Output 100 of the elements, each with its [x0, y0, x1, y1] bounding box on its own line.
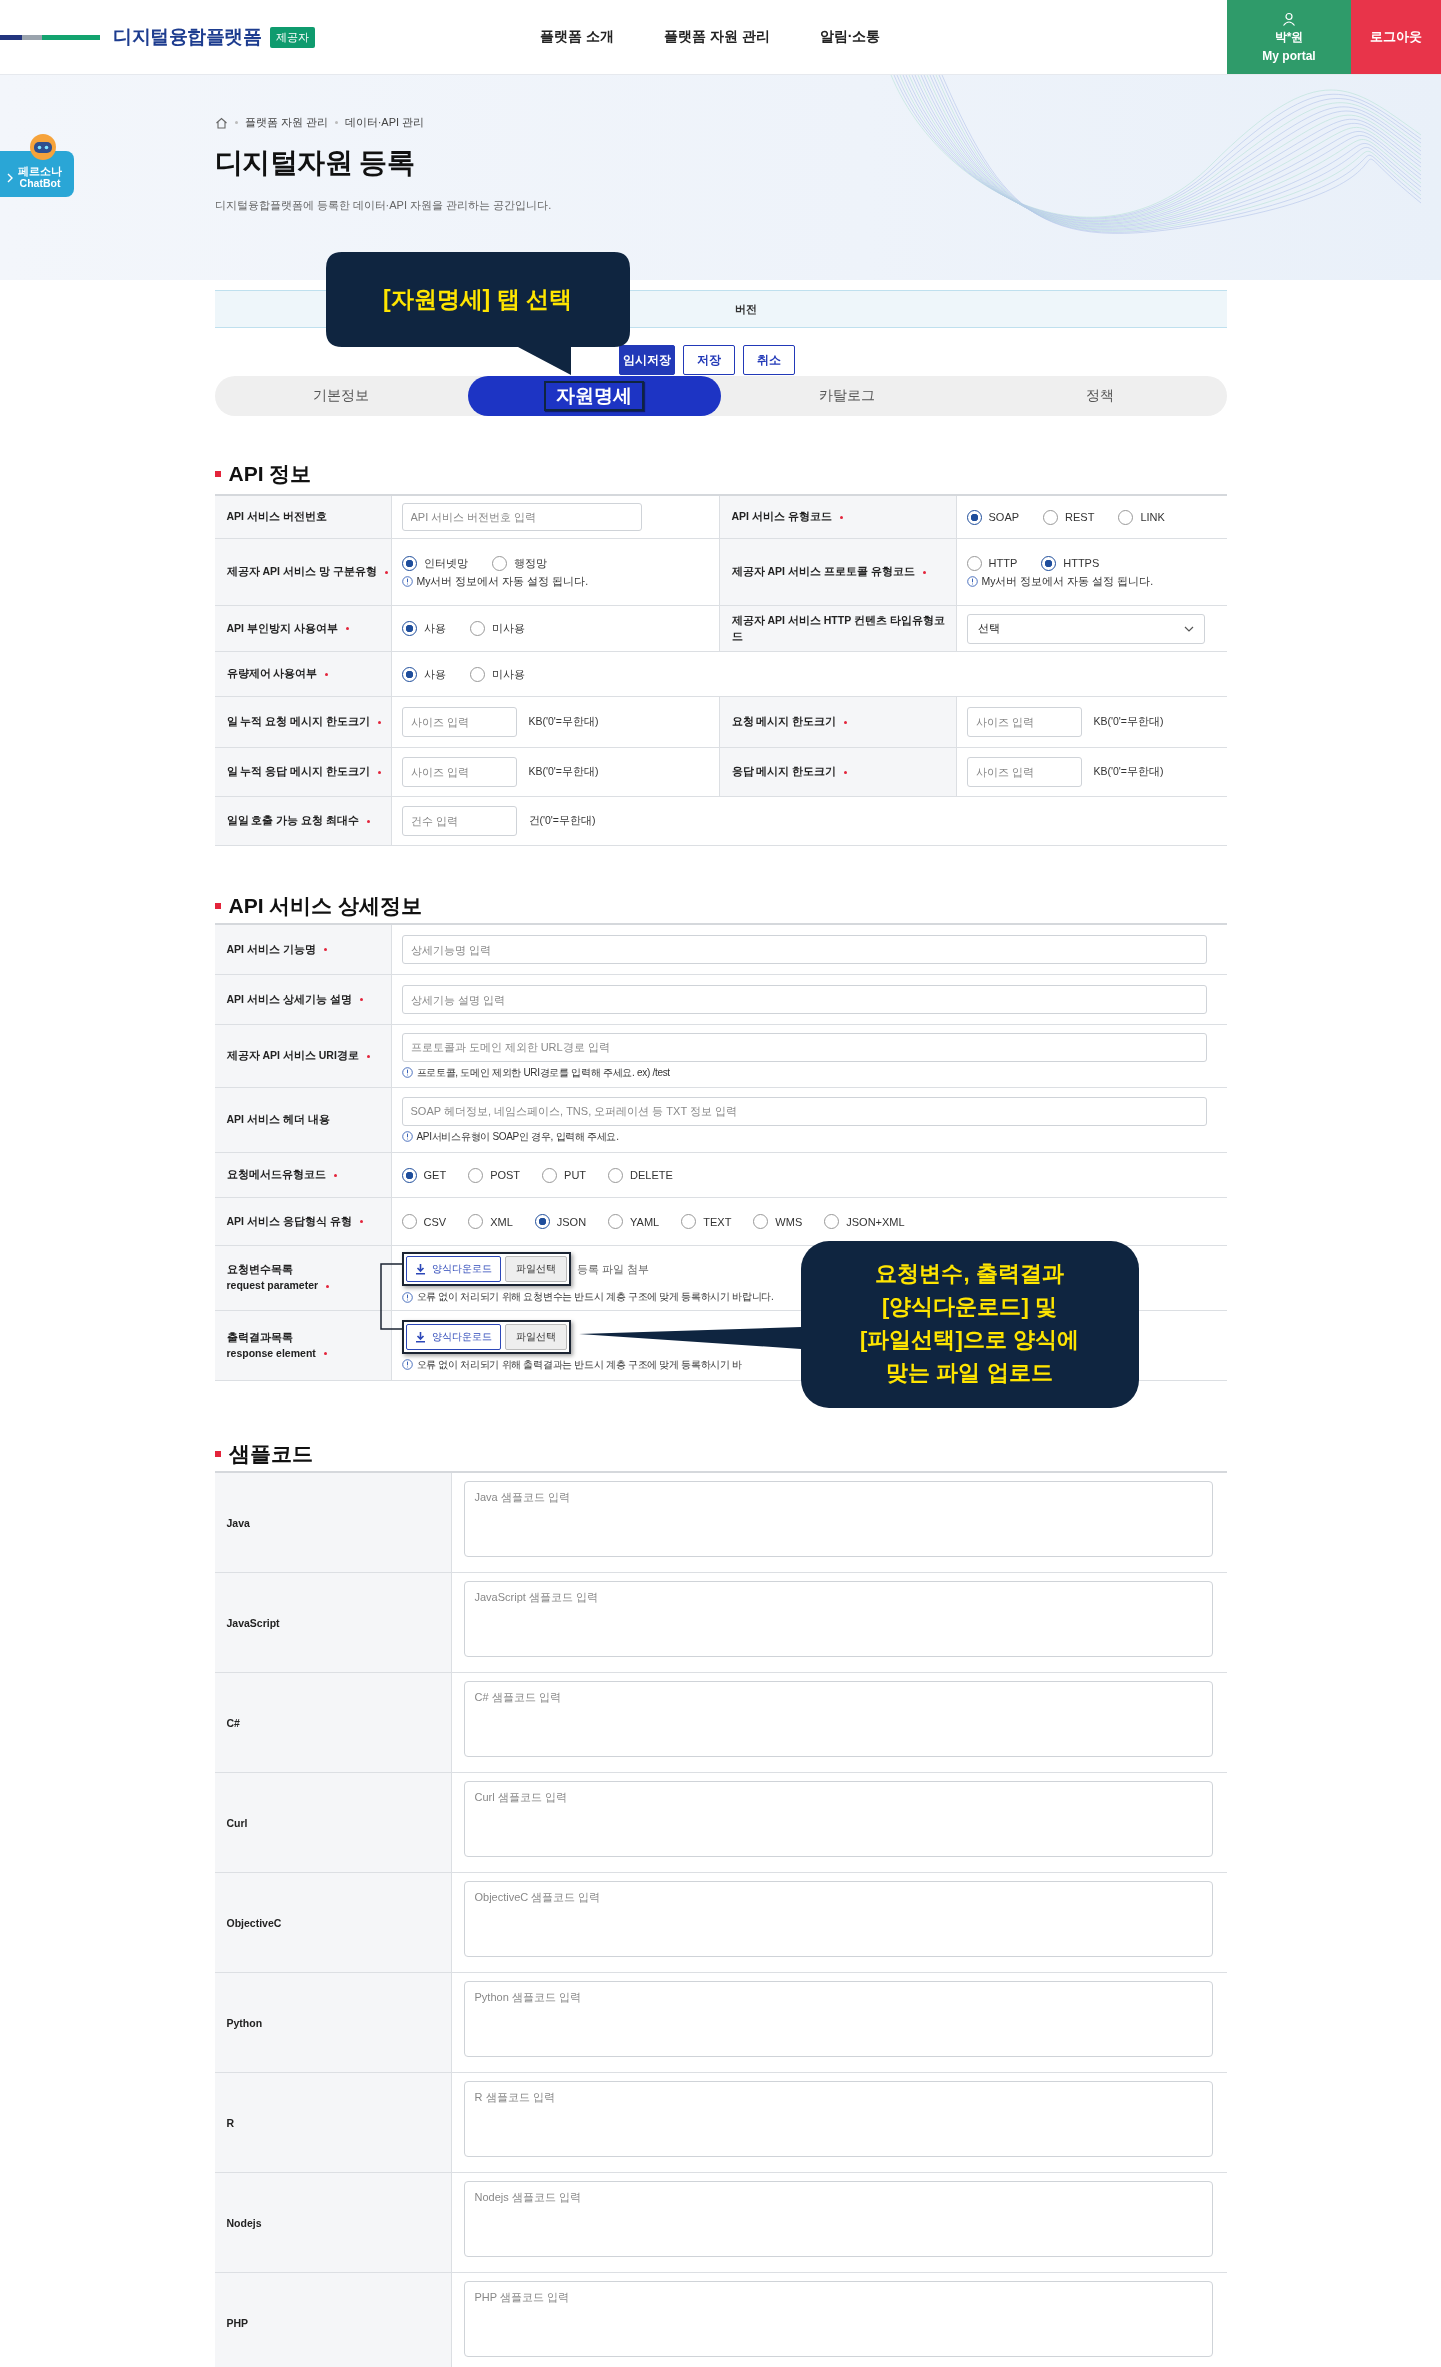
code-input-field[interactable]: Java 샘플코드 입력 [463, 1481, 1213, 1557]
language-label-cell: ObjectiveC [214, 1873, 452, 1972]
action-button[interactable]: 저장 [682, 345, 735, 375]
logout-button[interactable]: 로그아웃 [1351, 0, 1441, 74]
chatbot-label: ChatBot [19, 178, 61, 190]
temp-save-button[interactable]: 임시저장 [618, 345, 675, 375]
radio-option[interactable]: HTTPS [1041, 555, 1100, 571]
tab[interactable]: 카탈로그 [720, 376, 974, 416]
nav-link[interactable]: 플랫폼 자원 관리 [663, 28, 770, 46]
required-mark [345, 627, 349, 631]
code-input-field[interactable]: Python 샘플코드 입력 [463, 1981, 1213, 2057]
radio-option[interactable]: POST [468, 1167, 521, 1183]
text-field[interactable]: 건수 입력 [401, 806, 517, 836]
callout-text: [자원명세] 탭 선택 [381, 285, 574, 314]
radio-option[interactable]: 인터넷망 [401, 555, 468, 571]
text-field[interactable]: 사이즈 입력 [401, 757, 517, 787]
tab[interactable]: 정책 [973, 376, 1227, 416]
tab[interactable]: 기본정보 [214, 376, 468, 416]
info-icon [966, 576, 978, 587]
radio-option[interactable]: PUT [542, 1167, 587, 1183]
radio-option[interactable]: TEXT [681, 1214, 732, 1229]
field-label-cell: 출력결과목록 response element [214, 1311, 392, 1380]
required-mark [367, 819, 371, 823]
text-field[interactable]: SOAP 헤더정보, 네임스페이스, TNS, 오퍼레이션 등 TXT 정보 입력 [401, 1096, 1207, 1126]
radio-option[interactable]: LINK [1118, 509, 1165, 525]
home-icon[interactable] [214, 116, 228, 129]
required-mark [325, 672, 329, 676]
code-input-field[interactable]: Curl 샘플코드 입력 [463, 1781, 1213, 1857]
radio-option[interactable]: JSON+XML [824, 1214, 905, 1229]
info-icon [401, 1291, 413, 1303]
text-field[interactable]: 사이즈 입력 [966, 757, 1082, 787]
required-mark [378, 770, 382, 774]
radio-option[interactable]: JSON [534, 1214, 587, 1229]
radio-option[interactable]: REST [1043, 509, 1095, 525]
section-title: 샘플코드 [228, 1440, 313, 1467]
required-mark [922, 570, 926, 574]
language-label-cell: Curl [214, 1773, 452, 1872]
radio-option[interactable]: DELETE [608, 1167, 673, 1183]
choose-file-button[interactable]: 파일선택 [504, 1323, 567, 1350]
code-input-field[interactable]: PHP 샘플코드 입력 [463, 2281, 1213, 2357]
text-field[interactable]: 프로토콜과 도메인 제외한 URL경로 입력 [401, 1032, 1207, 1062]
download-template-button[interactable]: 양식다운로드 [405, 1256, 501, 1282]
text-field[interactable]: API 서비스 버전번호 입력 [401, 503, 642, 531]
code-input-field[interactable]: ObjectiveC 샘플코드 입력 [463, 1881, 1213, 1957]
info-icon [401, 1359, 413, 1370]
code-input-field[interactable]: R 샘플코드 입력 [463, 2081, 1213, 2157]
field-label-cell: 요청변수목록 request parameter [214, 1246, 392, 1310]
radio-option[interactable]: HTTP [966, 555, 1018, 571]
field-note: 프로토콜, 도메인 제외한 URI경로를 입력해 주세요. ex) /test [416, 1065, 670, 1080]
field-label-cell: API 서비스 응답형식 유형 [214, 1198, 392, 1245]
field-label-cell: API 서비스 버전번호 [214, 496, 392, 538]
required-mark [839, 515, 843, 519]
language-label-cell: JavaScript [214, 1573, 452, 1672]
text-field[interactable]: 사이즈 입력 [401, 707, 517, 737]
radio-option[interactable]: CSV [401, 1214, 447, 1229]
breadcrumb-link[interactable]: 데이터·API 관리 [344, 115, 425, 130]
tab[interactable]: 자원명세 [467, 376, 721, 416]
code-input-field[interactable]: Nodejs 샘플코드 입력 [463, 2181, 1213, 2257]
logo-stripe-icon [0, 34, 100, 40]
field-note: API서비스유형이 SOAP인 경우, 입력해 주세요. [416, 1129, 619, 1144]
text-field[interactable]: 사이즈 입력 [966, 707, 1082, 737]
required-mark [359, 998, 363, 1002]
action-button[interactable]: 취소 [742, 345, 795, 375]
required-mark [366, 1054, 370, 1058]
choose-file-button[interactable]: 파일선택 [504, 1256, 567, 1282]
code-input-field[interactable]: C# 샘플코드 입력 [463, 1681, 1213, 1757]
field-label-cell: 일 누적 요청 메시지 한도크기 [214, 697, 392, 747]
radio-option[interactable]: SOAP [966, 509, 1020, 525]
radio-option[interactable]: XML [468, 1214, 513, 1229]
nav-link[interactable]: 플랫폼 소개 [540, 28, 614, 46]
field-label-cell: 응답 메시지 한도크기 [718, 748, 957, 796]
required-mark [333, 1173, 337, 1177]
radio-option[interactable]: GET [401, 1167, 447, 1183]
radio-option[interactable]: YAML [608, 1214, 660, 1229]
radio-option[interactable]: WMS [753, 1214, 803, 1229]
field-label-cell: 제공자 API 서비스 망 구분유형 [214, 539, 392, 605]
download-template-button[interactable]: 양식다운로드 [405, 1323, 501, 1350]
select-dropdown[interactable]: 선택 [966, 613, 1205, 644]
field-note: My서버 정보에서 자동 설정 됩니다. [981, 574, 1154, 589]
unit-hint: KB('0'=무한대) [1093, 765, 1164, 779]
radio-option[interactable]: 미사용 [469, 621, 525, 636]
radio-option[interactable]: 행정망 [491, 555, 547, 571]
field-label-cell: API 서비스 헤더 내용 [214, 1088, 392, 1152]
field-label-cell: 요청 메시지 한도크기 [718, 697, 957, 747]
user-icon [1282, 11, 1296, 26]
text-field[interactable]: 상세기능 설명 입력 [401, 985, 1207, 1014]
required-mark [326, 1284, 330, 1288]
nav-link[interactable]: 알림·소통 [819, 28, 881, 46]
download-icon [414, 1330, 426, 1343]
radio-option[interactable]: 사용 [401, 621, 446, 636]
breadcrumb-link[interactable]: 플랫폼 자원 관리 [244, 115, 328, 130]
site-logo-text[interactable]: 디지털융합플랫폼 [113, 24, 261, 50]
radio-option[interactable]: 사용 [401, 666, 446, 682]
radio-option[interactable]: 미사용 [469, 666, 525, 682]
page-title: 디지털자원 등록 [214, 146, 416, 180]
code-input-field[interactable]: JavaScript 샘플코드 입력 [463, 1581, 1213, 1657]
text-field[interactable]: 상세기능명 입력 [401, 935, 1207, 964]
language-label-cell: Nodejs [214, 2173, 452, 2272]
file-name-label: 등록 파일 첨부 [576, 1261, 649, 1277]
unit-hint: KB('0'=무한대) [1093, 715, 1164, 729]
